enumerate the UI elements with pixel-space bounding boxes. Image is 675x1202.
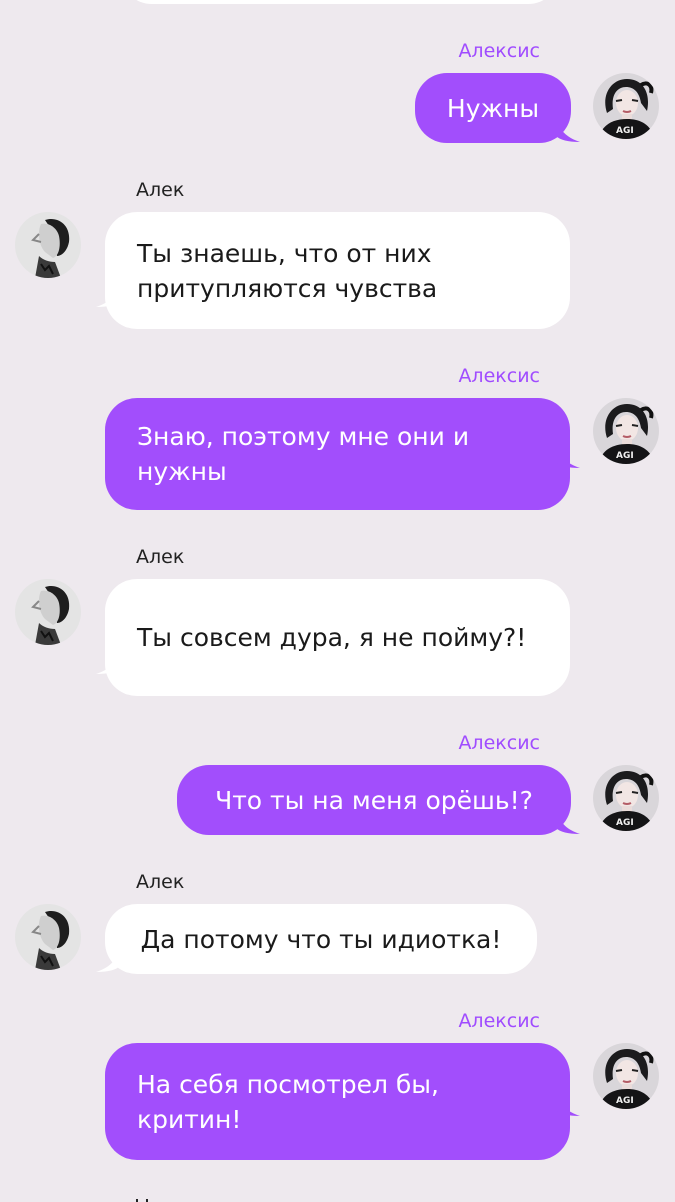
previous-message-bubble (120, 0, 560, 4)
message-bubble-outgoing[interactable]: На себя посмотрел бы, критин! (105, 1043, 570, 1160)
bubble-tail-right (556, 444, 580, 468)
svg-text:AGI: AGI (616, 451, 634, 461)
next-sender-name-fragment (136, 1192, 152, 1202)
avatar-alexis[interactable]: AGI (593, 398, 659, 464)
message-bubble-outgoing[interactable]: Что ты на меня орёшь!? (177, 765, 571, 835)
sender-name-alek: Алек (136, 546, 185, 568)
avatar-alexis[interactable]: AGI (593, 1043, 659, 1109)
message-text: Нужны (446, 93, 540, 123)
bubble-tail-right (556, 118, 580, 142)
svg-text:AGI: AGI (616, 818, 634, 828)
message-text: Что ты на меня орёшь!? (215, 785, 533, 815)
message-text: Да потому что ты идиотка! (140, 924, 502, 954)
avatar-alek[interactable] (15, 904, 81, 970)
avatar-alek-image (15, 579, 81, 645)
svg-text:AGI: AGI (616, 126, 634, 136)
avatar-alexis[interactable]: AGI (593, 765, 659, 831)
sender-name-alexis: Алексис (458, 365, 540, 387)
avatar-alexis[interactable]: AGI (593, 73, 659, 139)
sender-name-alexis: Алексис (458, 1010, 540, 1032)
bubble-tail-right (556, 1092, 580, 1116)
message-bubble-incoming[interactable]: Ты совсем дура, я не пойму?! (105, 579, 570, 696)
avatar-alek-image (15, 212, 81, 278)
sender-name-alexis: Алексис (458, 732, 540, 754)
message-bubble-outgoing[interactable]: Знаю, поэтому мне они и нужны (105, 398, 570, 510)
message-bubble-incoming[interactable]: Да потому что ты идиотка! (105, 904, 537, 974)
avatar-alexis-image: AGI (593, 765, 659, 831)
sender-name-alek: Алек (136, 871, 185, 893)
svg-text:AGI: AGI (616, 1096, 634, 1106)
message-bubble-outgoing[interactable]: Нужны (415, 73, 571, 143)
avatar-alek[interactable] (15, 579, 81, 645)
avatar-alek[interactable] (15, 212, 81, 278)
sender-name-alexis: Алексис (458, 40, 540, 62)
message-text: Ты совсем дура, я не пойму?! (137, 623, 527, 652)
avatar-alexis-image: AGI (593, 398, 659, 464)
message-text: На себя посмотрел бы, критин! (137, 1069, 439, 1134)
avatar-alek-image (15, 904, 81, 970)
sender-name-alek: Алек (136, 179, 185, 201)
avatar-alexis-image: AGI (593, 73, 659, 139)
bubble-tail-right (556, 810, 580, 834)
message-text: Ты знаешь, что от них притупляются чувст… (137, 238, 438, 303)
message-bubble-incoming[interactable]: Ты знаешь, что от них притупляются чувст… (105, 212, 570, 329)
message-text: Знаю, поэтому мне они и нужны (137, 422, 470, 486)
avatar-alexis-image: AGI (593, 1043, 659, 1109)
